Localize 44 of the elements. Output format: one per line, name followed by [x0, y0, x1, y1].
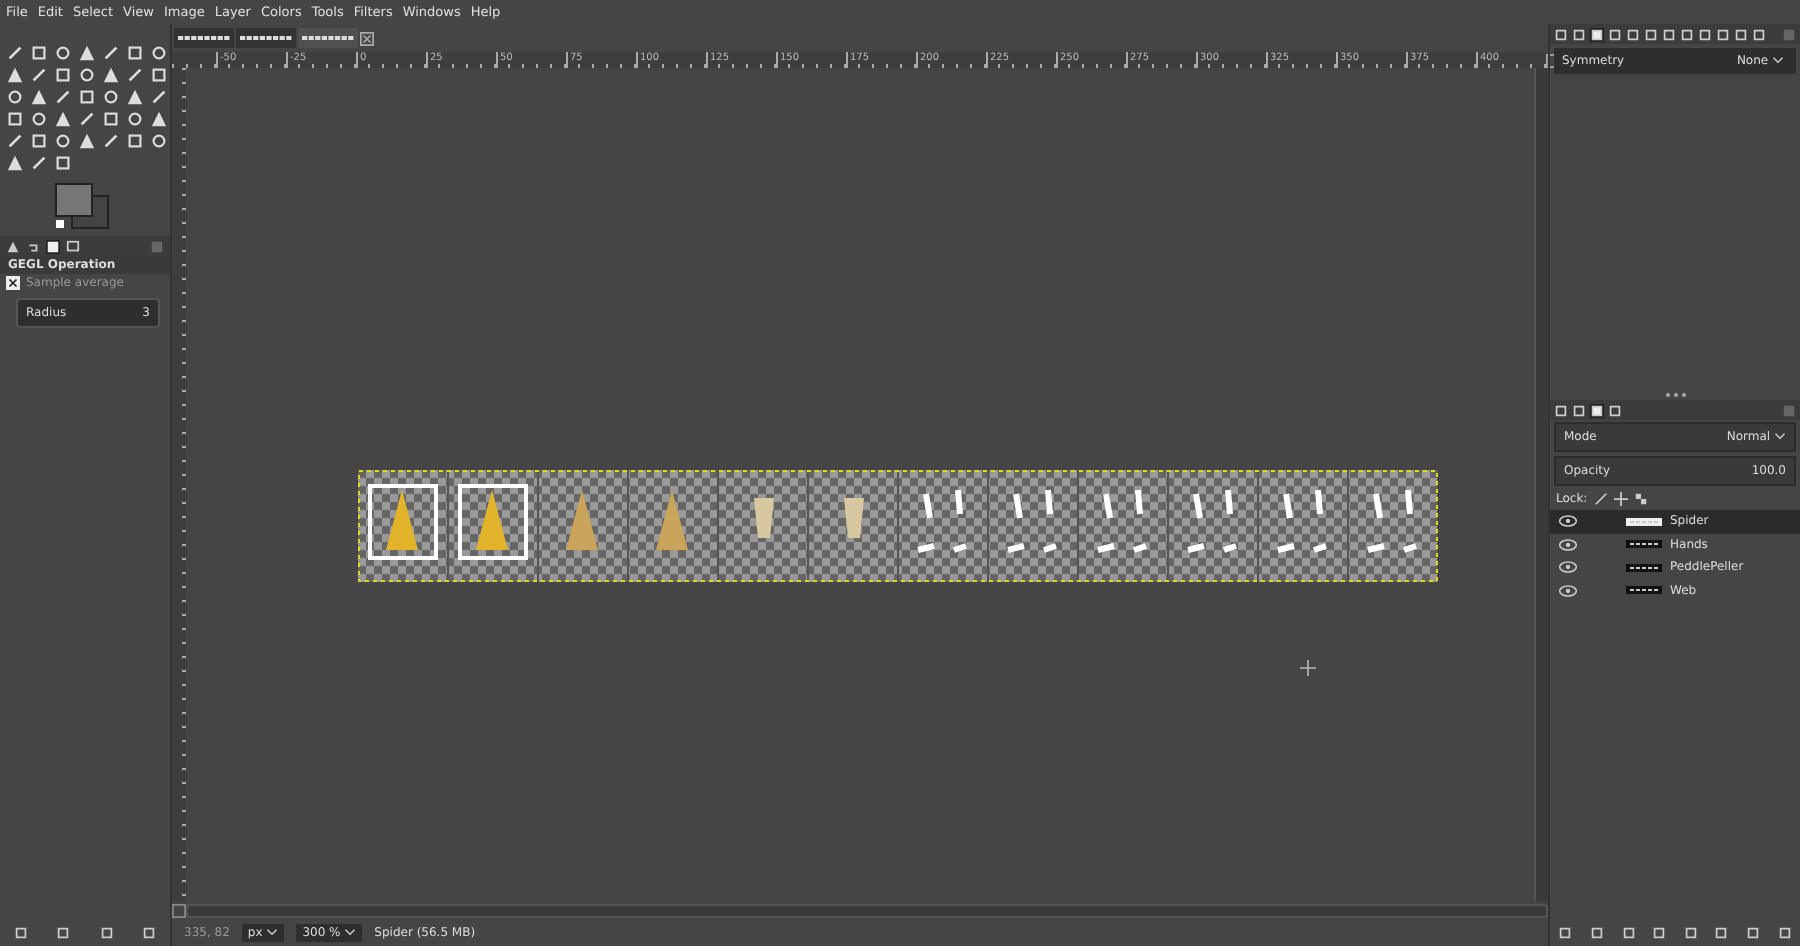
move-icon[interactable] — [1613, 492, 1628, 506]
layer-action-icon[interactable] — [1746, 925, 1761, 939]
dock-button-icon[interactable] — [14, 925, 29, 939]
chevron-down-icon — [1772, 56, 1784, 64]
eye-icon[interactable] — [1558, 537, 1578, 552]
layer-action-icon[interactable] — [1652, 925, 1667, 939]
eye-icon[interactable] — [1558, 560, 1578, 575]
image-tab[interactable] — [174, 28, 234, 48]
horizontal-scrollbar[interactable] — [186, 903, 1548, 917]
vertical-scrollbar[interactable] — [1534, 68, 1548, 902]
eye-icon[interactable] — [1558, 583, 1578, 598]
dock-button-icon[interactable] — [99, 925, 114, 939]
undo-tab-icon[interactable] — [26, 239, 40, 253]
chevron-down-icon — [266, 927, 279, 935]
layer-thumbnail — [1626, 563, 1662, 572]
layer-action-icon[interactable] — [1589, 925, 1604, 939]
color-swatches[interactable] — [52, 180, 112, 232]
dock-button-icon[interactable] — [141, 925, 156, 939]
layer-action-icon[interactable] — [1777, 925, 1792, 939]
thumbnail-icon — [178, 34, 230, 42]
layer-action-icon[interactable] — [1558, 925, 1573, 939]
quick-mask-icon[interactable] — [172, 903, 186, 917]
chevron-down-icon — [344, 927, 357, 935]
layer-action-icon[interactable] — [1714, 925, 1729, 939]
panel-grip-icon[interactable] — [1663, 392, 1687, 398]
thumbnail-icon — [240, 34, 292, 42]
brush-icon[interactable] — [1593, 492, 1608, 506]
dock-button-icon[interactable] — [56, 925, 71, 939]
image-tab[interactable] — [236, 28, 296, 48]
layer-action-icon[interactable] — [1621, 925, 1636, 939]
image-tab[interactable] — [298, 28, 358, 48]
layer-action-icon[interactable] — [1683, 925, 1698, 939]
chevron-down-icon — [1774, 432, 1786, 440]
tool-options-tab-icon[interactable] — [6, 239, 20, 253]
thumbnail-icon — [302, 34, 354, 42]
image-tab-icon[interactable] — [46, 239, 60, 253]
layer-thumbnail — [1626, 540, 1662, 549]
display-tab-icon[interactable] — [66, 239, 80, 253]
layer-thumbnail — [1626, 517, 1662, 526]
close-icon[interactable] — [6, 276, 20, 290]
crosshair-icon — [1300, 660, 1316, 676]
checker-icon[interactable] — [1633, 492, 1648, 506]
layer-thumbnail — [1626, 586, 1662, 595]
eye-icon[interactable] — [1558, 514, 1578, 529]
